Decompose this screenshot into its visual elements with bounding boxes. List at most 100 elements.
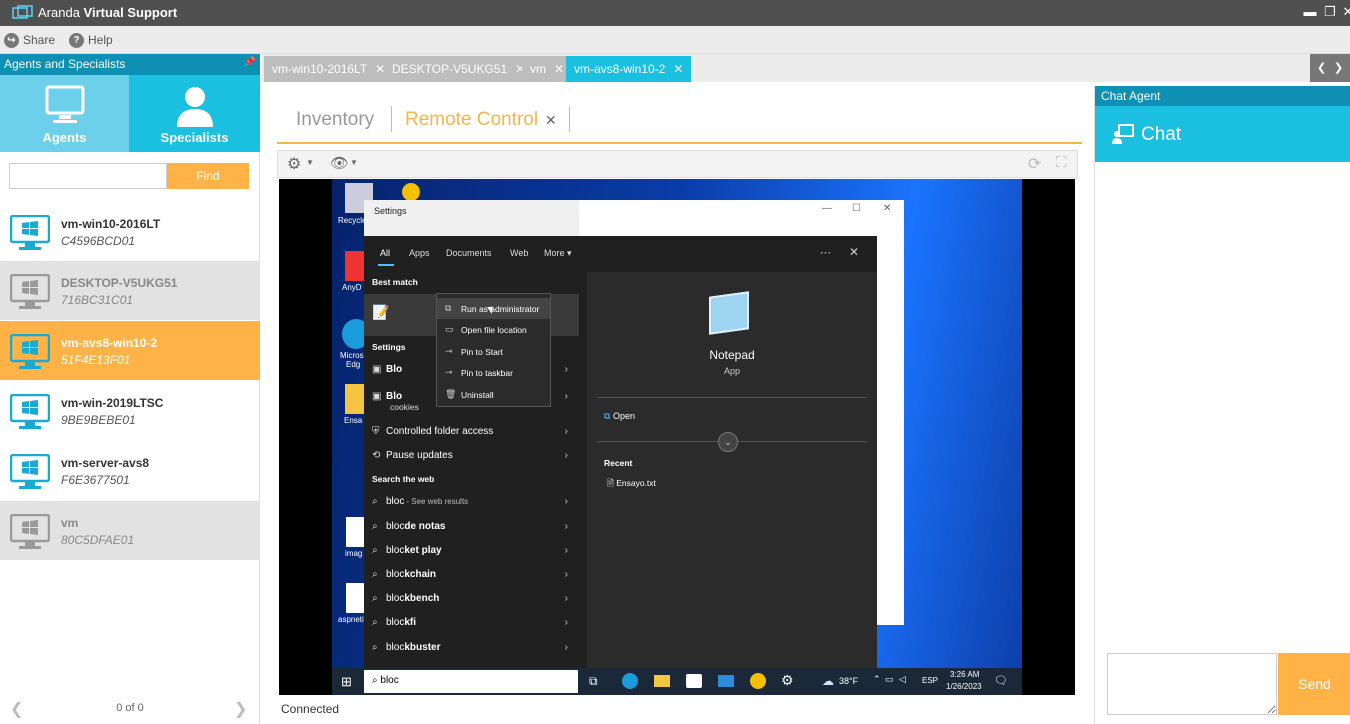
web-result[interactable]: ⌕ bloc kbuster › <box>372 636 574 658</box>
recent-file[interactable]: 🗎 Ensayo.txt <box>607 478 656 492</box>
restore-button[interactable]: ❐ <box>1322 4 1338 20</box>
search-tab-web[interactable]: Web <box>510 248 528 258</box>
close-button[interactable]: ✕ <box>1340 4 1350 20</box>
refresh-icon[interactable]: ⟳ <box>1028 154 1041 174</box>
divider <box>597 397 867 398</box>
taskbar-search-box[interactable]: ⌕ bloc <box>364 670 578 693</box>
chat-message-input[interactable] <box>1107 653 1277 715</box>
agent-helmet-icon[interactable] <box>402 183 420 201</box>
file-explorer-icon[interactable] <box>654 675 670 687</box>
result-base: bloc <box>386 616 405 628</box>
agent-row[interactable]: vm-win10-2016LT C4596BCD01 <box>0 202 260 261</box>
session-tab-label: DESKTOP-V5UKG51 <box>392 62 508 76</box>
notification-icon[interactable]: 🗨 <box>994 674 1008 687</box>
tab-inventory[interactable]: Inventory <box>296 109 374 131</box>
tab-specialists[interactable]: Specialists <box>129 75 260 152</box>
gear-icon[interactable]: ⚙ <box>287 154 301 174</box>
pin-icon[interactable]: 📌 <box>244 57 256 68</box>
remote-screen[interactable]: Recycle AnyD Micros Edg Ensa imag aspnet… <box>279 179 1075 695</box>
agent-row[interactable]: vm 80C5DFAE01 <box>0 501 260 560</box>
maximize-icon[interactable]: ☐ <box>852 203 861 214</box>
session-tab[interactable]: vm-win10-2016LT ✕ <box>264 56 394 82</box>
session-tab-label: vm-avs8-win10-2 <box>574 62 666 76</box>
web-result[interactable]: ⌕ bloc de notas › <box>372 515 574 537</box>
language-indicator[interactable]: ESP <box>922 676 938 685</box>
search-tab-all[interactable]: All <box>380 248 390 258</box>
tab-next-icon[interactable]: ❯ <box>1334 61 1343 74</box>
network-icon[interactable]: ▭ <box>885 674 894 685</box>
eye-icon[interactable]: 👁 <box>330 154 349 172</box>
more-options-icon[interactable]: ⋯ <box>820 246 831 259</box>
session-tab[interactable]: vm-avs8-win10-2 ✕ <box>566 56 692 82</box>
settings-title: Settings <box>374 206 407 216</box>
chevron-down-icon[interactable]: ▼ <box>350 158 358 167</box>
expand-chevron-icon[interactable]: ⌄ <box>718 432 738 452</box>
search-icon: ⌕ <box>372 544 378 556</box>
edge-taskbar-icon[interactable] <box>622 673 638 689</box>
find-input[interactable] <box>9 163 167 189</box>
share-menu[interactable]: ↪ Share <box>4 32 55 48</box>
open-icon: ⧉ <box>604 411 611 421</box>
agent-row[interactable]: DESKTOP-V5UKG51 716BC31C01 <box>0 261 260 320</box>
menu-item-pin-to-start[interactable]: ⊸ Pin to Start <box>437 341 550 362</box>
close-icon[interactable]: ✕ <box>883 203 891 214</box>
chevron-down-icon[interactable]: ▼ <box>306 158 314 167</box>
agent-taskbar-icon[interactable] <box>750 673 766 689</box>
settings-taskbar-icon[interactable]: ⚙ <box>781 672 794 689</box>
search-result-setting[interactable]: ⛨ Controlled folder access › <box>372 420 574 442</box>
agent-row[interactable]: vm-win-2019LTSC 9BE9BEBE01 <box>0 381 260 440</box>
help-menu[interactable]: ? Help <box>69 32 113 48</box>
session-tab[interactable]: vm ✕ <box>522 56 573 82</box>
search-tab-more[interactable]: More ▾ <box>544 248 572 259</box>
chat-icon <box>1112 124 1134 144</box>
agent-row[interactable]: vm-server-avs8 F6E3677501 <box>0 441 260 500</box>
web-result[interactable]: ⌕ bloc kchain › <box>372 563 574 585</box>
tab-agents[interactable]: Agents <box>0 75 129 152</box>
tab-indicator <box>378 264 394 266</box>
web-result[interactable]: ⌕ bloc kfi › <box>372 611 574 633</box>
menu-item-uninstall[interactable]: 🗑 Uninstall <box>437 384 550 405</box>
open-action[interactable]: ⧉ Open <box>604 411 635 422</box>
result-base: bloc <box>386 641 405 653</box>
tab-agents-label: Agents <box>42 130 87 145</box>
agent-row[interactable]: vm-avs8-win10-2 51F4E13F01 <box>0 321 260 380</box>
volume-icon[interactable]: ◁ <box>899 674 906 685</box>
store-icon[interactable] <box>686 674 702 688</box>
open-label: Open <box>612 411 635 421</box>
close-tab-icon[interactable]: ✕ <box>554 62 564 76</box>
tab-prev-icon[interactable]: ❮ <box>1317 61 1326 74</box>
menu-item-open-file-location[interactable]: ▭ Open file location <box>437 319 550 340</box>
close-remote-tab-icon[interactable]: ✕ <box>545 112 557 129</box>
chat-panel-header: Chat Agent <box>1095 86 1350 106</box>
trash-icon: 🗑 <box>445 389 457 399</box>
web-result[interactable]: ⌕ bloc ket play › <box>372 539 574 561</box>
search-result-setting[interactable]: ⟲ Pause updates › <box>372 444 574 466</box>
close-tab-icon[interactable]: ✕ <box>673 62 683 76</box>
task-view-icon[interactable]: ⧉ <box>589 674 598 689</box>
send-button[interactable]: Send <box>1278 653 1350 715</box>
windows-search-panel[interactable]: All Apps Documents Web More ▾ ⋯ ✕ Best m… <box>364 236 877 668</box>
search-tab-apps[interactable]: Apps <box>409 248 430 258</box>
tab-remote-control[interactable]: Remote Control <box>405 109 538 131</box>
remote-desktop[interactable]: Recycle AnyD Micros Edg Ensa imag aspnet… <box>332 179 1022 695</box>
find-button[interactable]: Find <box>167 163 249 189</box>
tray-chevron-icon[interactable]: ⌃ <box>873 674 881 685</box>
session-tabs: vm-win10-2016LT ✕ DESKTOP-V5UKG51 ✕ vm ✕ vm… <box>262 54 1350 82</box>
agents-panel-title: Agents and Specialists <box>4 57 126 71</box>
context-menu[interactable]: ⧉ Run as administrator ▭ Open file locatio… <box>436 293 551 407</box>
web-result[interactable]: ⌕ bloc kbench › <box>372 587 574 609</box>
menu-item-label: Pin to taskbar <box>461 367 513 378</box>
fullscreen-icon[interactable]: ⛶ <box>1056 154 1067 171</box>
agent-name: vm-server-avs8 <box>61 456 150 470</box>
web-result[interactable]: ⌕ bloc - See web results › <box>372 490 574 512</box>
session-tab[interactable]: DESKTOP-V5UKG51 ✕ <box>384 56 534 82</box>
minimize-button[interactable]: ▬ <box>1302 4 1318 20</box>
windows-start-icon[interactable]: ⊞ <box>341 674 352 690</box>
menu-item-pin-to-taskbar[interactable]: ⊸ Pin to taskbar <box>437 362 550 383</box>
close-search-icon[interactable]: ✕ <box>849 245 859 259</box>
mail-icon[interactable] <box>718 675 734 687</box>
app-logo-icon <box>12 5 33 19</box>
search-tab-documents[interactable]: Documents <box>446 248 492 258</box>
minimize-icon[interactable]: — <box>822 203 832 214</box>
next-page-icon[interactable]: ❯ <box>234 699 247 719</box>
